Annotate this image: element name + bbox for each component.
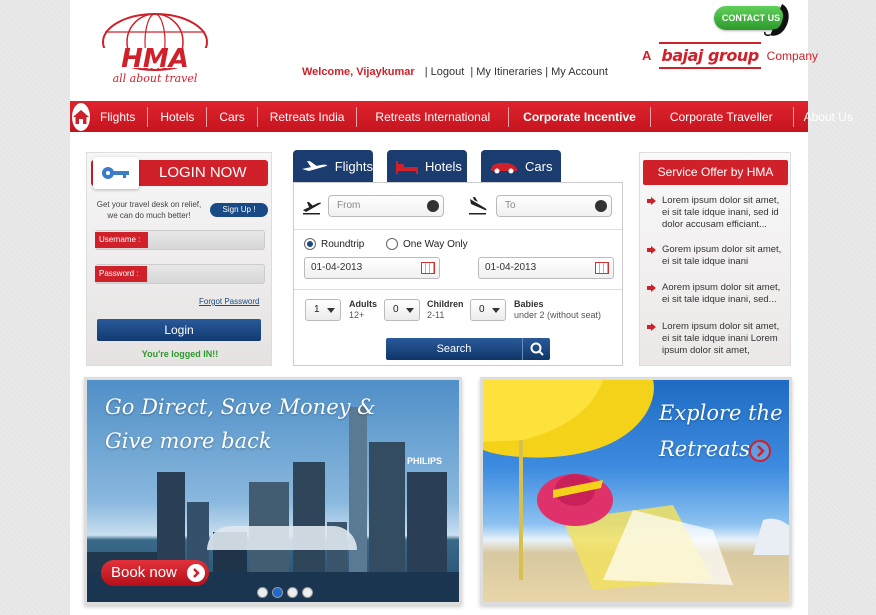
- chevron-down-icon: [327, 308, 335, 313]
- main-nav: Flights Hotels Cars Retreats India Retre…: [70, 101, 853, 132]
- offer-item[interactable]: Aorem ipsum dolor sit amet, ei sit tale …: [647, 282, 788, 306]
- nav-item-retreats-international[interactable]: Retreats International: [356, 106, 508, 127]
- banner-headline-2: Give more back: [105, 429, 272, 453]
- password-field[interactable]: Password :: [95, 264, 265, 284]
- company-suffix: Company: [766, 48, 819, 63]
- username-field[interactable]: Username :: [95, 230, 265, 250]
- tab-flights[interactable]: Flights: [293, 150, 373, 183]
- from-input[interactable]: From: [328, 195, 444, 217]
- chevron-down-icon: [406, 308, 414, 313]
- phone-icon: [764, 4, 789, 36]
- carousel-dot[interactable]: [257, 587, 268, 598]
- book-now-button[interactable]: Book now: [101, 560, 209, 586]
- adults-select[interactable]: 1: [305, 299, 341, 321]
- arrow-right-icon: [647, 284, 656, 292]
- nav-item-corporate-incentive[interactable]: Corporate Incentive: [508, 106, 650, 127]
- carousel-dot[interactable]: [287, 587, 298, 598]
- user-menu: Welcome, Vijaykumar | Logout | My Itinerar…: [302, 66, 608, 78]
- takeoff-icon: [303, 202, 322, 215]
- carousel-dot-active[interactable]: [272, 587, 283, 598]
- svg-text:all about travel: all about travel: [113, 72, 198, 85]
- convention-center: [207, 526, 357, 550]
- page: HMA all about travel Welcome, Vijaykumar…: [70, 0, 853, 615]
- carousel-dots: [257, 587, 313, 598]
- login-button[interactable]: Login: [97, 319, 261, 341]
- babies-select[interactable]: 0: [470, 299, 506, 321]
- banner-headline-1: Go Direct, Save Money &: [105, 395, 376, 419]
- forgot-password-link[interactable]: Forgot Password: [199, 297, 259, 306]
- one-way-radio[interactable]: One Way Only: [386, 238, 468, 250]
- depart-date-input[interactable]: 01-04-2013: [304, 257, 440, 279]
- offer-item[interactable]: Gorem ipsum dolor sit amet, ei sit tale …: [647, 244, 788, 268]
- nav-item-corporate-traveller[interactable]: Corporate Traveller: [649, 106, 793, 127]
- carousel-dot[interactable]: [302, 587, 313, 598]
- babies-label: Babies under 2 (without seat): [514, 299, 602, 320]
- bed-icon: [396, 160, 418, 174]
- landing-icon: [469, 197, 487, 215]
- home-button[interactable]: [72, 102, 90, 131]
- offer-item[interactable]: Lorem ipsum dolor sit amet, ei sit tale …: [647, 195, 788, 231]
- airplane-icon: [301, 160, 327, 171]
- children-label: Children 2-11: [427, 299, 464, 320]
- chevron-down-icon: [492, 308, 500, 313]
- to-input[interactable]: To: [496, 195, 612, 217]
- philips-sign: PHILIPS: [407, 456, 443, 466]
- my-account-link[interactable]: My Account: [551, 66, 608, 78]
- logout-link[interactable]: Logout: [431, 66, 465, 78]
- banner-headline-explore: Explore the: [659, 401, 783, 425]
- nav-item-retreats-india[interactable]: Retreats India: [256, 106, 357, 127]
- login-panel: LOGIN NOW Get your travel desk on relief…: [86, 152, 272, 366]
- service-offers-panel: Service Offer by HMA Lorem ipsum dolor s…: [639, 152, 791, 366]
- globe-icon: [427, 200, 439, 212]
- arrow-right-icon: [647, 197, 656, 205]
- tab-hotels[interactable]: Hotels: [387, 150, 467, 183]
- sign-up-button[interactable]: Sign Up !: [210, 203, 268, 217]
- arrow-right-icon: [187, 564, 205, 582]
- calendar-icon[interactable]: [595, 262, 609, 274]
- return-date-input[interactable]: 01-04-2013: [478, 257, 614, 279]
- tab-cars[interactable]: Cars: [481, 150, 561, 183]
- car-icon: [491, 162, 517, 173]
- bajaj-group-logo: bajaj group: [659, 42, 761, 69]
- svg-text:HMA: HMA: [121, 44, 189, 74]
- banner-headline-retreats: Retreats: [659, 437, 750, 461]
- key-icon: [93, 157, 139, 189]
- radio-unselected-icon: [386, 238, 398, 250]
- adults-label: Adults 12+: [349, 299, 377, 320]
- company-tagline: A bajaj group Company: [642, 42, 818, 69]
- welcome-text: Welcome, Vijaykumar: [302, 66, 415, 78]
- company-prefix: A: [642, 48, 652, 63]
- children-select[interactable]: 0: [384, 299, 420, 321]
- service-offers-title: Service Offer by HMA: [643, 160, 788, 185]
- my-itineraries-link[interactable]: My Itineraries: [476, 66, 542, 78]
- nav-item-about-us[interactable]: About Us: [792, 106, 863, 127]
- offer-item[interactable]: Lorem ipsum dolor sit amet, ei sit tale …: [647, 321, 788, 357]
- radio-selected-icon: [304, 238, 316, 250]
- roundtrip-radio[interactable]: Roundtrip: [304, 238, 364, 250]
- search-icon: [522, 338, 550, 360]
- login-status: You're logged IN!!: [141, 349, 219, 359]
- globe-icon: [595, 200, 607, 212]
- arrow-right-icon: [647, 323, 656, 331]
- arrow-right-icon[interactable]: [749, 440, 771, 462]
- arrow-right-icon: [647, 246, 656, 254]
- nav-item-cars[interactable]: Cars: [206, 106, 256, 127]
- retreats-banner[interactable]: Explore the Retreats: [480, 377, 792, 605]
- nav-item-hotels[interactable]: Hotels: [147, 106, 206, 127]
- nav-item-flights[interactable]: Flights: [96, 107, 147, 127]
- calendar-icon[interactable]: [421, 262, 435, 274]
- login-description: Get your travel desk on relief, we can d…: [96, 200, 202, 220]
- search-button[interactable]: Search: [386, 338, 550, 360]
- password-label: Password :: [95, 266, 147, 282]
- city-banner[interactable]: PHILIPS Go Direct, Save Money & Give mor…: [84, 377, 462, 605]
- home-icon: [73, 109, 89, 124]
- username-label: Username :: [95, 232, 149, 248]
- login-title: LOGIN NOW: [159, 164, 247, 181]
- flight-search-form: From To Roundtrip One Way Only 01-04-201…: [293, 182, 623, 366]
- hma-logo[interactable]: HMA all about travel: [97, 10, 217, 85]
- login-header: LOGIN NOW: [91, 157, 268, 189]
